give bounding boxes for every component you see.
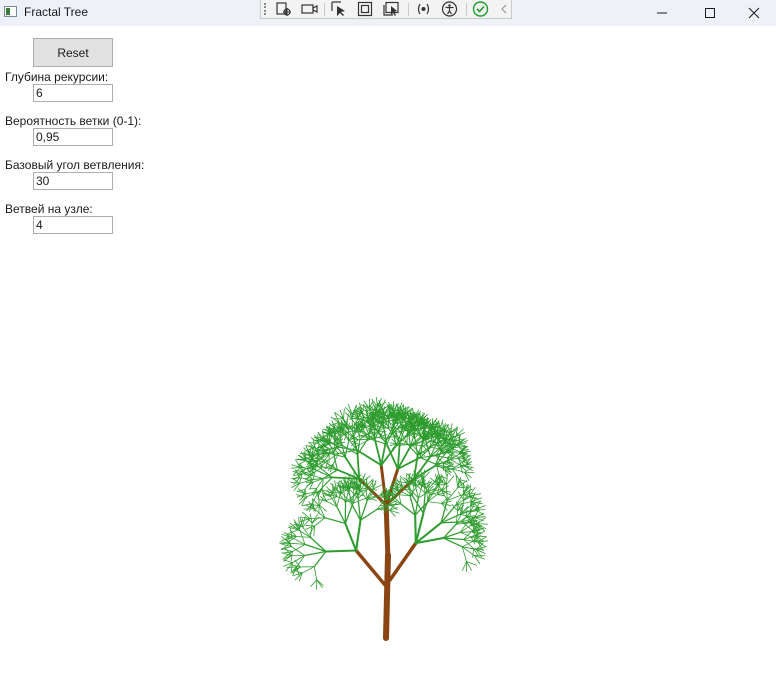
tree-twig — [461, 561, 467, 571]
fractal-tree-canvas — [279, 396, 489, 641]
tree-twig — [310, 579, 318, 587]
tree-twig — [359, 499, 368, 521]
tree-branch — [354, 548, 387, 587]
tree-twig — [355, 519, 362, 552]
tree-twig — [388, 413, 398, 416]
tree-twig — [441, 474, 447, 486]
tree-twig — [301, 496, 307, 506]
tree-twig — [395, 443, 413, 446]
tree-twig — [459, 531, 473, 533]
tree-twig — [292, 555, 306, 563]
tree-twig — [305, 525, 316, 527]
tree-twig — [464, 467, 472, 473]
tree-twig — [314, 517, 326, 527]
tree-twig — [290, 528, 293, 539]
tree-twig — [339, 428, 342, 442]
tree-twig — [301, 566, 315, 574]
tree-branch — [383, 552, 391, 641]
tree-branch — [383, 502, 391, 563]
tree-twig — [344, 522, 358, 552]
tree-twig — [414, 514, 417, 545]
tree-twig — [297, 460, 307, 466]
tree-twig — [460, 464, 470, 466]
tree-twig — [342, 408, 345, 420]
tree-twig — [459, 525, 472, 533]
tree-twig — [472, 548, 475, 558]
tree-twig — [344, 502, 354, 525]
tree-twig — [313, 566, 318, 581]
tree-twig — [286, 566, 298, 568]
fractal-tree — [279, 396, 489, 641]
tree-twig — [476, 516, 487, 525]
tree-twig — [313, 508, 326, 519]
tree-twig — [280, 546, 292, 550]
tree-twig — [445, 451, 455, 454]
tree-twig — [353, 424, 356, 433]
tree-twig — [324, 549, 358, 553]
tree-twig — [290, 551, 293, 562]
tree-branch — [388, 541, 418, 582]
tree-twig — [298, 516, 300, 530]
tree-twig — [295, 458, 307, 461]
tree-twig — [459, 531, 472, 538]
tree-twig — [422, 427, 432, 430]
tree-twig — [296, 555, 306, 568]
tree-twig — [318, 496, 320, 507]
tree-twig — [427, 501, 442, 504]
tree-twig — [295, 536, 311, 538]
